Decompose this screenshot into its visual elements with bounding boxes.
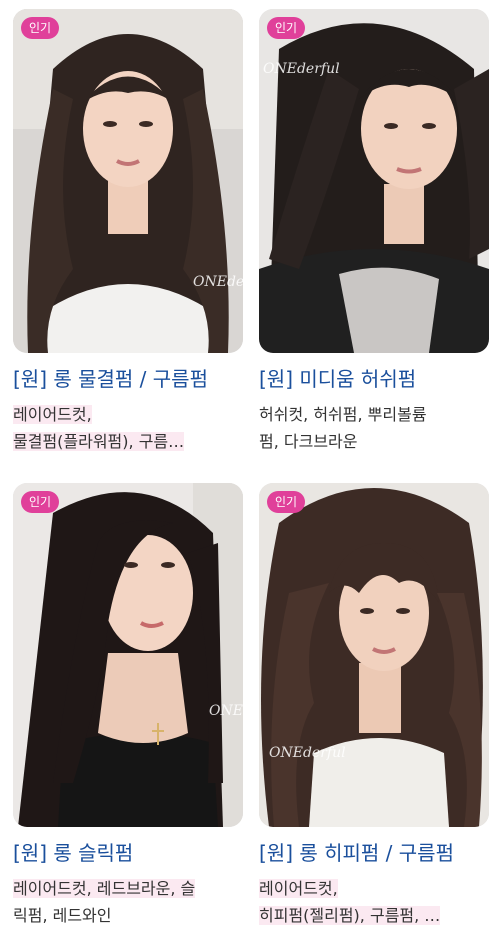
hairstyle-photo[interactable]: 인기 ONEderful bbox=[13, 483, 243, 827]
brand-watermark: ONEderful bbox=[263, 61, 340, 77]
tag-text: 레이어드컷, bbox=[13, 405, 92, 424]
hairstyle-photo[interactable]: 인기 ONEderful bbox=[259, 9, 489, 353]
hairstyle-title[interactable]: [원] 롱 슬릭펌 bbox=[13, 839, 243, 867]
popular-badge: 인기 bbox=[267, 17, 306, 39]
tag-text: 레이어드컷, bbox=[259, 879, 338, 898]
hairstyle-grid: 인기 ONEderful [원] 롱 물결펌 / 구름펌 레이어드컷, 물결펌(… bbox=[0, 0, 498, 931]
popular-badge: 인기 bbox=[21, 491, 60, 513]
hairstyle-tags: 레이어드컷, 레드브라운, 슬 릭펌, 레드와인 bbox=[13, 875, 243, 929]
hairstyle-card[interactable]: 인기 ONEderful [원] 미디움 허쉬펌 허쉬컷, 허쉬펌, 뿌리볼륨 … bbox=[259, 9, 489, 455]
brand-watermark: ONEderful bbox=[209, 703, 243, 719]
tag-text: 허쉬컷, 허쉬펌, 뿌리볼륨 bbox=[259, 405, 427, 424]
tag-text: 레이어드컷, 레드브라운, 슬 bbox=[13, 879, 196, 898]
hairstyle-title[interactable]: [원] 롱 히피펌 / 구름펌 bbox=[259, 839, 489, 867]
tag-text: 히피펌(젤리펌), 구름펌, … bbox=[259, 906, 441, 925]
photo-long-wavy-hair bbox=[13, 9, 243, 353]
hairstyle-card[interactable]: 인기 ONEderful [원] 롱 물결펌 / 구름펌 레이어드컷, 물결펌(… bbox=[13, 9, 243, 455]
tag-text: 펌, 다크브라운 bbox=[259, 432, 358, 451]
hairstyle-title[interactable]: [원] 롱 물결펌 / 구름펌 bbox=[13, 365, 243, 393]
tag-text: 릭펌, 레드와인 bbox=[13, 906, 112, 925]
tag-text: 물결펌(플라워펌), 구름… bbox=[13, 432, 185, 451]
hairstyle-photo[interactable]: 인기 ONEderful bbox=[259, 483, 489, 827]
photo-long-sleek-hair bbox=[13, 483, 243, 827]
popular-badge: 인기 bbox=[267, 491, 306, 513]
hairstyle-title[interactable]: [원] 미디움 허쉬펌 bbox=[259, 365, 489, 393]
brand-watermark: ONEderful bbox=[269, 745, 346, 761]
popular-badge: 인기 bbox=[21, 17, 60, 39]
hairstyle-tags: 레이어드컷, 히피펌(젤리펌), 구름펌, … bbox=[259, 875, 489, 929]
brand-watermark: ONEderful bbox=[193, 274, 243, 290]
hairstyle-photo[interactable]: 인기 ONEderful bbox=[13, 9, 243, 353]
hairstyle-card[interactable]: 인기 ONEderful [원] 롱 슬릭펌 레이어드컷, 레드브라운, 슬 릭… bbox=[13, 483, 243, 929]
hairstyle-card[interactable]: 인기 ONEderful [원] 롱 히피펌 / 구름펌 레이어드컷, 히피펌(… bbox=[259, 483, 489, 929]
hairstyle-tags: 레이어드컷, 물결펌(플라워펌), 구름… bbox=[13, 401, 243, 455]
photo-long-hippie-perm bbox=[259, 483, 489, 827]
hairstyle-tags: 허쉬컷, 허쉬펌, 뿌리볼륨 펌, 다크브라운 bbox=[259, 401, 489, 455]
